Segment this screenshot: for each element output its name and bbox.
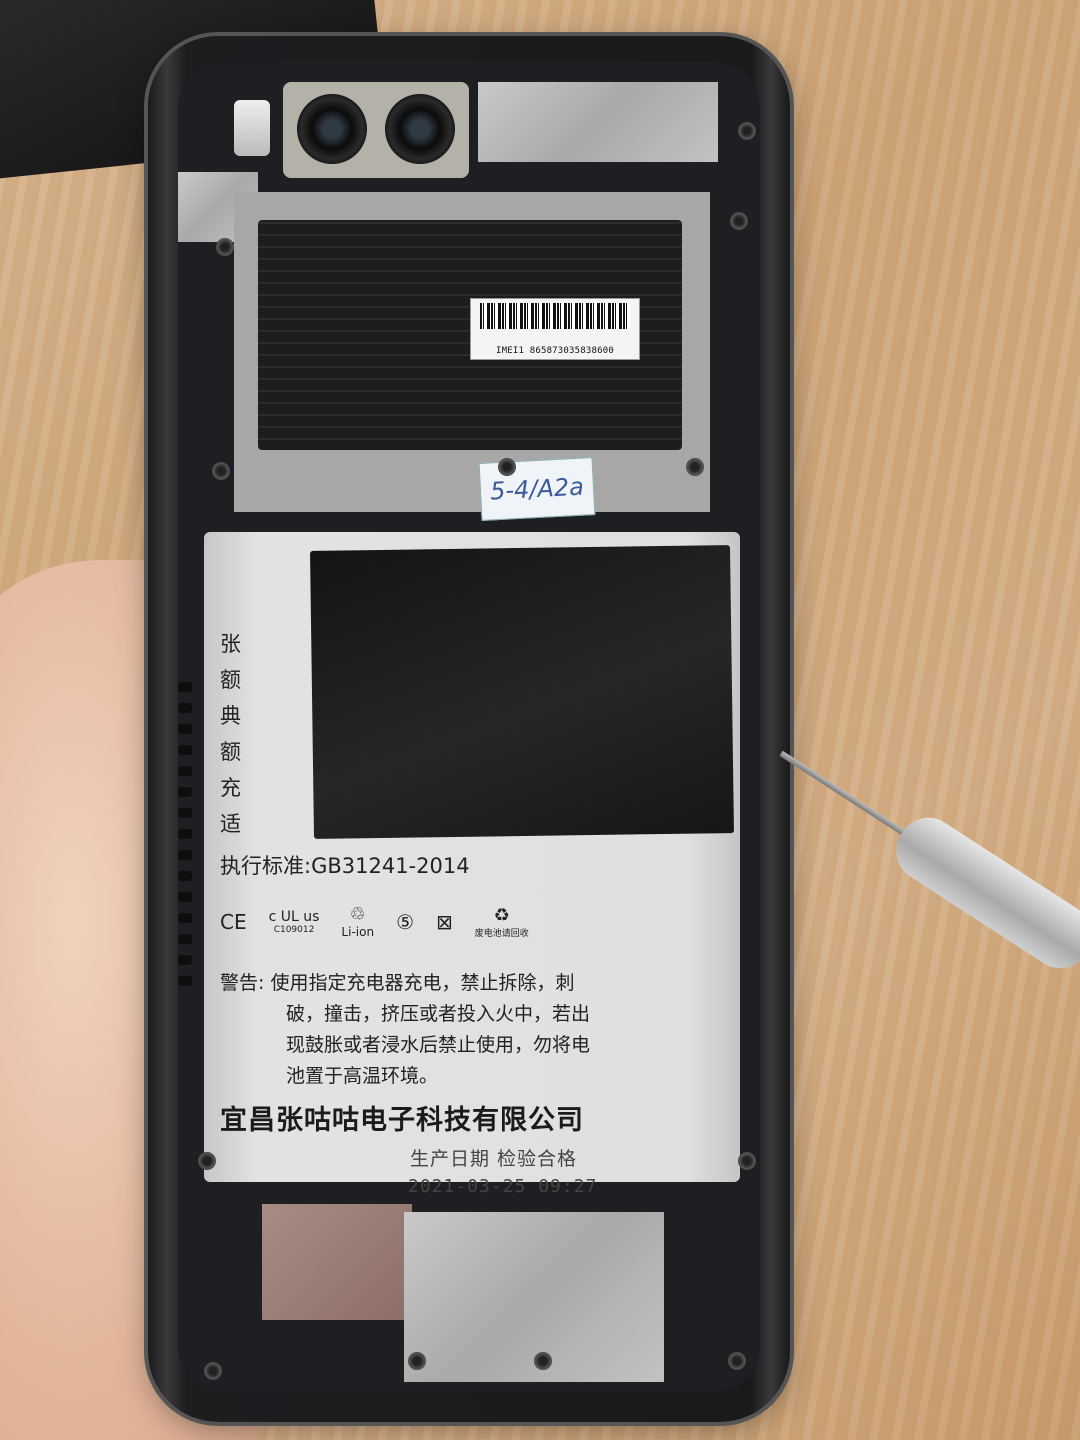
screw-icon — [498, 458, 516, 476]
recycling-icon: ♻ 废电池请回收 — [474, 904, 529, 939]
screw-icon — [216, 238, 234, 256]
recycle-mark: ⑤ — [396, 909, 414, 934]
battery-label-char: 额 — [220, 740, 241, 764]
camera-module — [283, 82, 469, 178]
battery: 张 额 典 额 充 适 执行标准:GB31241-2014 CE c UL us… — [204, 532, 740, 1197]
screw-icon — [686, 458, 704, 476]
flash-icon — [234, 100, 270, 156]
screw-icon — [738, 122, 756, 140]
screw-icon — [212, 462, 230, 480]
copper-pad — [262, 1204, 412, 1320]
screw-icon — [730, 212, 748, 230]
environment-mark-icon: ⑤ — [396, 910, 414, 934]
imei-text: IMEI1 865873035838600 — [496, 346, 614, 356]
battery-warning: 警告: 使用指定充电器充电，禁止拆除，刺 破，撞击，挤压或者投入火中，若出 现鼓… — [220, 968, 700, 1092]
warning-line: 警告: 使用指定充电器充电，禁止拆除，刺 — [220, 972, 575, 994]
camera-lens-icon — [385, 94, 455, 164]
black-tape — [310, 545, 734, 839]
warning-line: 破，撞击，挤压或者投入火中，若出 — [286, 1003, 591, 1025]
warning-line: 池置于高温环境。 — [286, 1065, 439, 1087]
phone: IMEI1 865873035838600 5-4/A2a 张 额 典 额 充 — [148, 36, 790, 1422]
battery-company: 宜昌张咕咕电子科技有限公司 — [220, 1105, 584, 1136]
handwritten-sticker: 5-4/A2a — [478, 457, 596, 521]
ce-text: CE — [220, 909, 247, 934]
ce-mark-icon: CE — [220, 910, 247, 934]
imei-label: IMEI1 865873035838600 — [470, 298, 640, 360]
ul-text: c UL us — [268, 908, 320, 925]
warning-line: 现鼓胀或者浸水后禁止使用，勿将电 — [286, 1034, 591, 1056]
photo-scene: IMEI1 865873035838600 5-4/A2a 张 额 典 额 充 — [0, 0, 1080, 1440]
battery-label-char: 典 — [220, 704, 241, 728]
production-label: 生产日期 检验合格 — [410, 1148, 578, 1170]
barcode-icon — [480, 303, 630, 329]
screw-icon — [534, 1352, 552, 1370]
screw-icon — [204, 1362, 222, 1380]
battery-standard: 执行标准:GB31241-2014 — [220, 854, 470, 878]
certification-marks: CE c UL us C109012 ♲ Li-ion ⑤ ⊠ ♻ 废电池请回收 — [220, 904, 529, 939]
battery-label-char: 适 — [220, 812, 241, 836]
crossed-bin-icon: ⊠ — [436, 910, 453, 934]
screw-icon — [408, 1352, 426, 1370]
screw-icon — [738, 1152, 756, 1170]
recycle-text: 废电池请回收 — [474, 928, 529, 939]
top-shield — [478, 82, 718, 162]
ul-mark-icon: c UL us C109012 — [269, 909, 320, 935]
li-ion-text: Li-ion — [341, 925, 375, 939]
ul-code: C109012 — [273, 924, 315, 935]
battery-label-char: 张 — [220, 632, 241, 656]
bin-mark: ⊠ — [436, 909, 453, 934]
screw-icon — [728, 1352, 746, 1370]
camera-lens-icon — [297, 94, 367, 164]
recycle-li-ion-icon: ♲ Li-ion — [341, 904, 375, 939]
phone-internals: IMEI1 865873035838600 5-4/A2a 张 额 典 额 充 — [178, 62, 760, 1392]
speaker-vents — [178, 682, 192, 1012]
battery-label-char: 额 — [220, 668, 241, 692]
screw-icon — [198, 1152, 216, 1170]
battery-label-char: 充 — [220, 776, 241, 800]
battery-partial-labels: 张 额 典 额 充 适 — [220, 626, 241, 842]
production-time: 2021-03-25 09:27 — [408, 1176, 598, 1197]
